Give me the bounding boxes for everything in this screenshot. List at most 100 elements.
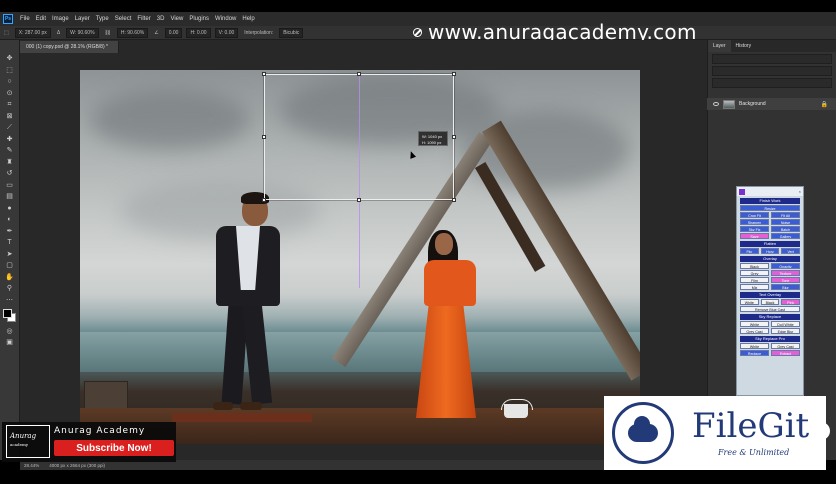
plugin-button-black[interactable]: Black [740, 263, 769, 269]
lock-row[interactable] [712, 78, 832, 88]
plugin-button-batch[interactable]: Batch [771, 226, 800, 232]
plugin-button-sharpen[interactable]: Sharpen [740, 219, 769, 225]
transform-handle[interactable] [452, 198, 456, 202]
brush-tool-icon[interactable]: ✎ [3, 146, 17, 155]
plugin-button-grey-cast[interactable]: Grey Cast [740, 328, 769, 334]
menu-select[interactable]: Select [112, 16, 135, 22]
interpolation-select[interactable]: Bicubic [279, 27, 304, 38]
cancel-transform-icon[interactable] [413, 28, 422, 37]
shape-tool-icon[interactable]: ▢ [3, 261, 17, 270]
plugin-button-extract[interactable]: Extract [771, 350, 800, 356]
width-field[interactable]: W: 90.60% [66, 27, 99, 38]
plugin-button-noise[interactable]: Noise [771, 219, 800, 225]
transform-handle[interactable] [262, 72, 266, 76]
menu-image[interactable]: Image [49, 16, 72, 22]
plugin-button-tone[interactable]: Tone [771, 277, 800, 283]
visibility-eye-icon[interactable] [713, 102, 719, 106]
plugin-button-black[interactable]: Black [760, 299, 780, 305]
plugin-button-resize[interactable]: Resize [740, 205, 800, 211]
marquee-tool-icon[interactable]: ⬚ [3, 66, 17, 75]
frame-tool-icon[interactable]: ⊠ [3, 112, 17, 121]
type-tool-icon[interactable]: T [3, 238, 17, 247]
plugin-button-white[interactable]: White [740, 343, 769, 349]
transform-handle[interactable] [452, 135, 456, 139]
plugin-button-opacity[interactable]: Opacity [771, 263, 800, 269]
history-brush-tool-icon[interactable]: ↺ [3, 169, 17, 178]
eraser-tool-icon[interactable]: ▭ [3, 181, 17, 190]
gradient-tool-icon[interactable]: ▤ [3, 192, 17, 201]
lock-icon[interactable]: 🔒 [821, 101, 828, 108]
transform-handle[interactable] [452, 72, 456, 76]
pen-tool-icon[interactable]: ✒ [3, 227, 17, 236]
plugin-button-mix[interactable]: Mix [740, 284, 769, 290]
plugin-button-pink[interactable]: Pink [781, 299, 801, 305]
layer-filter-row[interactable] [712, 54, 832, 64]
menu-edit[interactable]: Edit [33, 16, 49, 22]
plugin-button-horz[interactable]: Horz [760, 248, 780, 254]
menu-view[interactable]: View [167, 16, 186, 22]
screen-mode-icon[interactable]: ▣ [3, 338, 17, 347]
lasso-tool-icon[interactable]: ○ [3, 77, 17, 86]
tab-layers[interactable]: Layer [708, 40, 731, 52]
dodge-tool-icon[interactable]: ◐ [3, 215, 17, 224]
menu-plugins[interactable]: Plugins [186, 16, 212, 22]
plugin-button-dull-white[interactable]: Dull White [771, 321, 800, 327]
plugin-button-texture[interactable]: Texture [771, 270, 800, 276]
transform-handle[interactable] [357, 198, 361, 202]
menu-window[interactable]: Window [212, 16, 239, 22]
plugin-button-white[interactable]: White [740, 299, 759, 305]
color-swatches[interactable] [2, 308, 17, 323]
menu-file[interactable]: File [17, 16, 33, 22]
path-select-tool-icon[interactable]: ➤ [3, 250, 17, 259]
stamp-tool-icon[interactable]: ♜ [3, 158, 17, 167]
move-tool-icon[interactable]: ✥ [3, 54, 17, 63]
more-tools-icon[interactable]: ⋯ [3, 296, 17, 305]
document-tab[interactable]: 000 (1) copy.psd @ 28.1% (RGB/8) * [20, 41, 119, 53]
menu-filter[interactable]: Filter [134, 16, 153, 22]
plugin-button-blur[interactable]: Blur [771, 284, 800, 290]
plugin-button-edge-blur[interactable]: Edge Blur [771, 328, 800, 334]
plugin-button-white[interactable]: White [740, 321, 769, 327]
plugin-button-film[interactable]: Film [740, 277, 769, 283]
plugin-button-replace[interactable]: Replace [740, 350, 769, 356]
plugin-button-fit-all[interactable]: Fit All [771, 212, 800, 218]
transform-handle[interactable] [262, 135, 266, 139]
zoom-level[interactable]: 28.44% [24, 463, 39, 468]
v-skew-field[interactable]: V: 0.00 [214, 27, 239, 38]
plugin-button-grey-cast[interactable]: Grey Cast [771, 343, 800, 349]
menu-layer[interactable]: Layer [72, 16, 93, 22]
layer-row-background[interactable]: Background 🔒 [707, 98, 836, 110]
angle-field[interactable]: 0.00 [164, 27, 183, 38]
plugin-button-save[interactable]: Save [740, 233, 769, 239]
h-skew-field[interactable]: H: 0.00 [186, 27, 211, 38]
height-field[interactable]: H: 90.60% [116, 27, 149, 38]
plugin-button-flip[interactable]: Flip [740, 248, 759, 254]
zoom-tool-icon[interactable]: ⚲ [3, 284, 17, 293]
quick-select-tool-icon[interactable]: ⊙ [3, 89, 17, 98]
plugin-button-remove-blue-cast[interactable]: Remove Blue Cast [740, 306, 800, 312]
eyedropper-tool-icon[interactable]: ⟋ [3, 123, 17, 132]
transform-handle[interactable] [357, 72, 361, 76]
healing-tool-icon[interactable]: ✚ [3, 135, 17, 144]
menu-3d[interactable]: 3D [154, 16, 168, 22]
transform-tool-icon[interactable]: ⬚ [0, 30, 13, 36]
quick-mask-icon[interactable]: ◎ [3, 327, 17, 336]
plugin-button-grey[interactable]: Grey [740, 270, 769, 276]
plugin-button-vert[interactable]: Vert [781, 248, 801, 254]
link-icon[interactable]: ⛓ [101, 30, 115, 36]
close-icon[interactable]: × [799, 189, 801, 194]
menu-help[interactable]: Help [239, 16, 257, 22]
plugin-button-sky-fix[interactable]: Sky Fix [740, 226, 769, 232]
menu-type[interactable]: Type [93, 16, 112, 22]
x-position-field[interactable]: X: 287.00 px [14, 27, 51, 38]
crop-tool-icon[interactable]: ⌗ [3, 100, 17, 109]
tab-history[interactable]: History [731, 40, 757, 52]
subscribe-button[interactable]: Subscribe Now! [54, 440, 174, 456]
hand-tool-icon[interactable]: ✋ [3, 273, 17, 282]
blur-tool-icon[interactable]: ● [3, 204, 17, 213]
foreground-color-swatch[interactable] [2, 308, 12, 318]
plugin-button-gallery[interactable]: Gallery [771, 233, 800, 239]
transform-handle[interactable] [262, 198, 266, 202]
plugin-button-crop-fit[interactable]: Crop Fit [740, 212, 769, 218]
blend-mode-row[interactable] [712, 66, 832, 76]
